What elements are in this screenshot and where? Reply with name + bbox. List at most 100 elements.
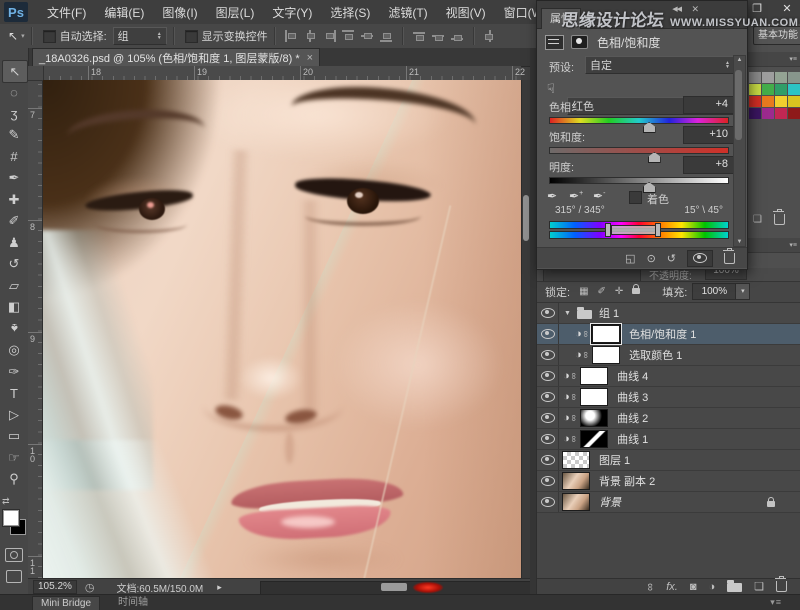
tool-history-brush[interactable]: ↺ <box>2 254 26 275</box>
layer-row-背景[interactable]: 背景 <box>537 492 800 513</box>
visibility-cell[interactable] <box>537 471 559 491</box>
previous-state-icon[interactable]: ⊙ <box>647 252 656 265</box>
tool-hand[interactable]: ☞ <box>2 447 26 468</box>
eye-icon[interactable] <box>541 497 555 507</box>
menu-item-7[interactable]: 视图(V) <box>437 0 495 25</box>
visibility-cell[interactable] <box>537 429 559 449</box>
add-mask-icon[interactable]: ◙ <box>690 582 697 592</box>
menu-item-2[interactable]: 图像(I) <box>153 0 206 25</box>
align-distribute-icon-1[interactable] <box>304 30 317 42</box>
tool-shape[interactable]: ▭ <box>2 426 26 447</box>
tab-properties[interactable]: 属性 <box>541 8 581 29</box>
menu-item-0[interactable]: 文件(F) <box>38 0 95 25</box>
close-window-icon[interactable]: ✕ <box>778 2 796 15</box>
eyedropper-add-icon[interactable]: ✒+ <box>569 189 583 203</box>
eye-icon[interactable] <box>541 350 555 360</box>
color-swatch-7[interactable] <box>788 84 800 95</box>
align-distribute-icon-7[interactable] <box>413 30 426 42</box>
layer-mask-thumbnail[interactable] <box>580 388 608 406</box>
canvas-document[interactable] <box>43 80 521 578</box>
color-swatch-0[interactable] <box>749 72 761 83</box>
tool-eyedropper[interactable]: ✒ <box>2 168 26 189</box>
delete-layer-icon[interactable] <box>776 581 787 592</box>
tool-marquee[interactable]: ◌ <box>2 82 26 103</box>
scroll-up-icon[interactable]: ▲ <box>734 57 745 63</box>
lock-position-icon[interactable]: ✛ <box>615 286 623 297</box>
menu-item-4[interactable]: 文字(Y) <box>263 0 321 25</box>
tab-mini-bridge[interactable]: Mini Bridge <box>32 596 100 610</box>
layer-effects-icon[interactable]: fx. <box>666 582 678 592</box>
eye-icon[interactable] <box>541 434 555 444</box>
tool-gradient[interactable]: ◧ <box>2 297 26 318</box>
layer-name[interactable]: 背景 副本 2 <box>599 473 655 489</box>
visibility-cell[interactable] <box>537 492 559 512</box>
hue-range-handle-left[interactable] <box>605 223 611 237</box>
color-swatch-8[interactable] <box>749 96 761 107</box>
color-swatch-1[interactable] <box>762 72 774 83</box>
menu-item-1[interactable]: 编辑(E) <box>95 0 153 25</box>
scroll-down-icon[interactable]: ▼ <box>734 239 745 245</box>
mask-link-icon[interactable]: ∞ <box>581 331 591 337</box>
layer-name[interactable]: 组 1 <box>599 305 619 321</box>
quick-mask-button[interactable] <box>5 548 23 562</box>
eyedropper-icon[interactable]: ✒ <box>547 189 557 203</box>
eye-icon[interactable] <box>541 413 555 423</box>
layer-row-曲线 4[interactable]: ◑∞曲线 4 <box>537 366 800 387</box>
tool-path-selection[interactable]: ▷ <box>2 404 26 425</box>
align-distribute-icon-0[interactable] <box>285 30 298 42</box>
layer-mask-thumbnail[interactable] <box>580 409 608 427</box>
lightness-slider[interactable] <box>549 177 729 184</box>
tool-clone-stamp[interactable]: ♟ <box>2 232 26 253</box>
hue-slider-thumb[interactable] <box>643 122 656 133</box>
layer-row-曲线 2[interactable]: ◑∞曲线 2 <box>537 408 800 429</box>
mask-link-icon[interactable]: ∞ <box>569 415 579 421</box>
zoom-level-field[interactable]: 105.2% <box>33 580 77 594</box>
canvas-horizontal-scrollbar[interactable] <box>260 581 532 595</box>
layer-row-曲线 3[interactable]: ◑∞曲线 3 <box>537 387 800 408</box>
tab-timeline[interactable]: 时间轴 <box>110 596 156 610</box>
blend-mode-dropdown[interactable] <box>543 268 641 282</box>
visibility-cell[interactable] <box>537 324 559 344</box>
eye-icon[interactable] <box>541 392 555 402</box>
layer-name[interactable]: 曲线 4 <box>617 368 648 384</box>
delete-adjustment-icon[interactable] <box>724 253 735 264</box>
color-swatch-9[interactable] <box>762 96 774 107</box>
visibility-cell[interactable] <box>537 408 559 428</box>
hue-value-field[interactable]: +4 <box>683 96 734 114</box>
color-swatch-3[interactable] <box>788 72 800 83</box>
new-group-icon[interactable] <box>727 583 742 592</box>
align-distribute-icon-4[interactable] <box>361 30 374 42</box>
vertical-scrollbar-thumb[interactable] <box>523 195 529 241</box>
tool-crop[interactable]: # <box>2 146 26 167</box>
saturation-slider[interactable] <box>549 147 729 154</box>
menu-item-5[interactable]: 选择(S) <box>321 0 379 25</box>
eyedropper-subtract-icon[interactable]: ✒- <box>593 189 605 203</box>
layer-mask-thumbnail[interactable] <box>592 346 620 364</box>
disclosure-triangle-icon[interactable]: ▼ <box>564 310 571 317</box>
tool-dodge[interactable]: ◎ <box>2 340 26 361</box>
visibility-cell[interactable] <box>537 345 559 365</box>
colorize-checkbox[interactable] <box>629 191 642 204</box>
layer-name[interactable]: 色相/饱和度 1 <box>629 326 696 342</box>
new-swatch-icon[interactable]: ❏ <box>753 214 762 225</box>
color-swatch-10[interactable] <box>775 96 787 107</box>
tool-type[interactable]: T <box>2 383 26 404</box>
align-distribute-icon-2[interactable] <box>323 30 336 42</box>
layer-name[interactable]: 曲线 1 <box>617 431 648 447</box>
mask-link-icon[interactable]: ∞ <box>569 394 579 400</box>
layer-row-选取颜色 1[interactable]: ◑∞选取颜色 1 <box>537 345 800 366</box>
tool-lasso[interactable]: ʒ <box>2 103 26 124</box>
workspace-switcher-button[interactable]: 基本功能 <box>753 26 800 45</box>
tool-zoom[interactable]: ⚲ <box>2 469 26 490</box>
eye-icon[interactable] <box>541 329 555 339</box>
tool-spot-healing[interactable]: ✚ <box>2 189 26 210</box>
visibility-cell[interactable] <box>537 303 559 323</box>
hue-range-handle-right[interactable] <box>655 223 661 237</box>
eye-icon[interactable] <box>541 476 555 486</box>
layer-row-背景 副本 2[interactable]: 背景 副本 2 <box>537 471 800 492</box>
eye-icon[interactable] <box>541 455 555 465</box>
lock-transparency-icon[interactable]: ▦ <box>579 286 588 297</box>
properties-scrollbar-thumb[interactable] <box>735 70 742 140</box>
layer-thumbnail[interactable] <box>562 472 590 490</box>
align-distribute-icon-11[interactable] <box>484 30 497 42</box>
